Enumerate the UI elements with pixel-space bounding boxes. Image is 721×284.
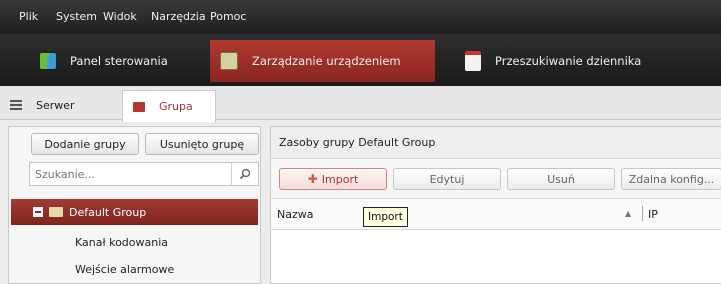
menu-widok[interactable]: Widok (103, 10, 137, 23)
group-resources-panel: Zasoby grupy Default Group ✚ Import Edyt… (270, 126, 721, 284)
resource-toolbar: ✚ Import Edytuj Usuń Zdalna konfig... (271, 160, 721, 199)
tab-label: Serwer (36, 98, 75, 112)
plus-icon: ✚ (307, 172, 318, 186)
import-button[interactable]: ✚ Import (279, 168, 387, 190)
delete-group-button[interactable]: Usunięto grupę (145, 133, 259, 155)
sub-tab-bar: Serwer Grupa (0, 86, 721, 122)
import-tooltip: Import (363, 207, 408, 227)
tree-item-kanal-kodowania[interactable]: Kanał kodowania (75, 236, 168, 249)
tab-przeszukiwanie-dziennika[interactable]: Przeszukiwanie dziennika (455, 40, 675, 82)
tab-zarzadzanie-urzadzeniem[interactable]: Zarządzanie urządzeniem (210, 40, 435, 82)
tab-label: Grupa (159, 100, 193, 113)
add-group-button[interactable]: Dodanie grupy (31, 133, 139, 155)
panel-title: Zasoby grupy Default Group (271, 127, 721, 159)
folder-icon (133, 101, 145, 112)
sort-asc-icon[interactable]: ▲ (625, 209, 631, 218)
tab-grupa[interactable]: Grupa (122, 90, 216, 122)
group-tree-panel: Dodanie grupy Usunięto grupę Default Gro… (8, 126, 261, 284)
toolbox-icon (220, 52, 238, 70)
search-icon[interactable] (231, 163, 258, 185)
edit-button[interactable]: Edytuj (393, 168, 501, 190)
menu-system[interactable]: System (56, 10, 97, 23)
menu-pomoc[interactable]: Pomoc (210, 10, 246, 23)
column-ip[interactable]: IP (648, 208, 658, 221)
tree-root-label: Default Group (69, 205, 147, 219)
main-tab-bar: Panel sterowania Zarządzanie urządzeniem… (0, 34, 721, 86)
column-divider (642, 206, 643, 221)
tab-label: Zarządzanie urządzeniem (252, 54, 401, 68)
grid-icon (40, 53, 56, 69)
search-field[interactable] (29, 162, 259, 186)
menu-bar: Plik System Widok Narzędzia Pomoc (0, 0, 721, 34)
tree-root-default-group[interactable]: Default Group (11, 199, 258, 225)
folder-icon (49, 207, 63, 217)
column-name[interactable]: Nazwa (277, 208, 313, 221)
tab-label: Panel sterowania (70, 54, 168, 68)
calendar-log-icon (465, 51, 481, 71)
search-input[interactable] (35, 164, 235, 184)
menu-narzedzia[interactable]: Narzędzia (151, 10, 206, 23)
tree-item-wejscie-alarmowe[interactable]: Wejście alarmowe (75, 263, 174, 276)
import-label: Import (321, 172, 359, 186)
collapse-icon[interactable] (33, 207, 43, 217)
table-header: Nazwa ▲ IP (271, 199, 721, 230)
remote-config-button[interactable]: Zdalna konfig... (621, 168, 721, 190)
server-icon (10, 100, 22, 110)
tab-label: Przeszukiwanie dziennika (495, 54, 642, 68)
tab-serwer[interactable]: Serwer (0, 90, 110, 120)
delete-button[interactable]: Usuń (507, 168, 615, 190)
tab-panel-sterowania[interactable]: Panel sterowania (30, 40, 200, 82)
menu-plik[interactable]: Plik (19, 10, 38, 23)
